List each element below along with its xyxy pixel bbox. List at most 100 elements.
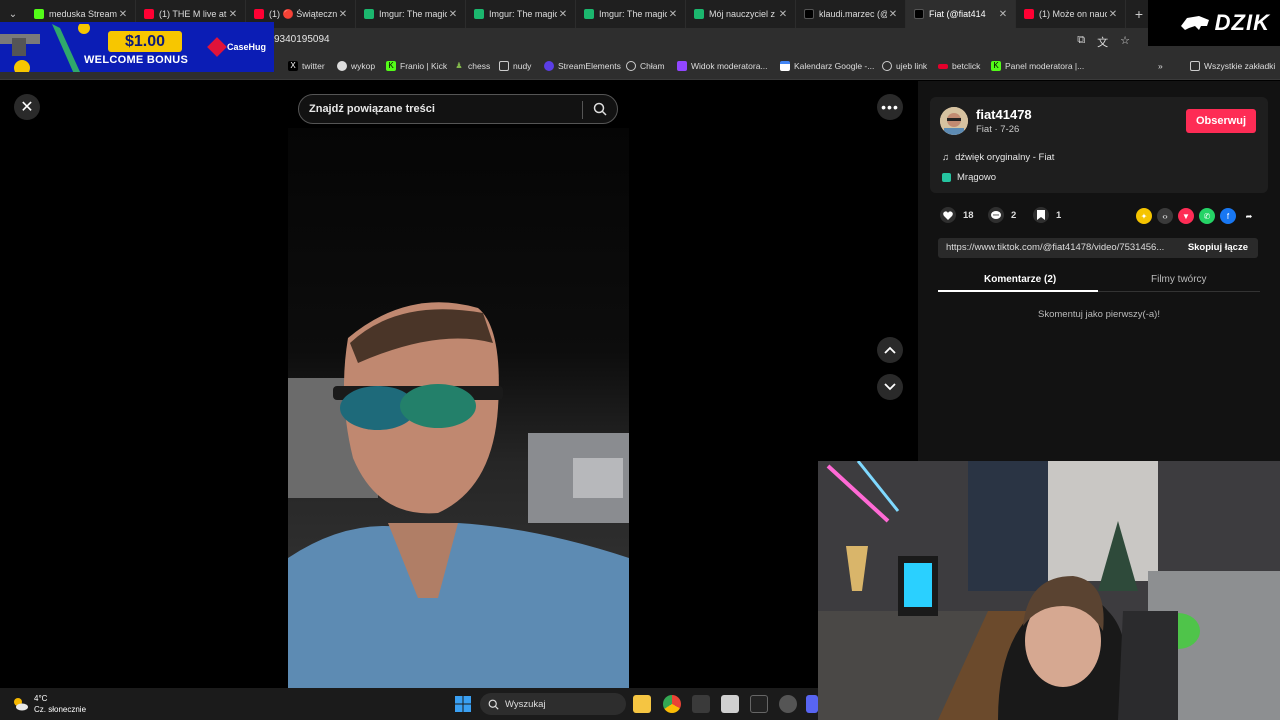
bookmark-ujeb-link[interactable]: ujeb link	[882, 61, 927, 71]
bookmark-star-icon[interactable]: ☆	[1120, 34, 1130, 50]
close-viewer-button[interactable]: ✕	[14, 94, 40, 120]
casehug-logo-icon	[207, 37, 227, 57]
close-tab-icon[interactable]: ✕	[777, 9, 789, 20]
close-tab-icon[interactable]: ✕	[1107, 9, 1119, 20]
empty-comments-message: Skomentuj jako pierwszy(-a)!	[1038, 309, 1160, 320]
chrome-icon[interactable]	[663, 695, 681, 713]
search-input[interactable]: Znajdź powiązane treści	[309, 103, 435, 115]
browser-tab[interactable]: Imgur: The magic ✕	[356, 0, 466, 28]
bookmark-betclick[interactable]: betclick	[938, 61, 980, 71]
bookmark-twitch-mod[interactable]: Widok moderatora...	[677, 61, 768, 71]
more-options-button[interactable]: •••	[877, 94, 903, 120]
search-icon	[488, 699, 499, 710]
kick-icon	[34, 9, 44, 19]
close-tab-icon[interactable]: ✕	[557, 9, 569, 20]
video-link-box: https://www.tiktok.com/@fiat41478/video/…	[938, 238, 1258, 258]
related-search[interactable]: Znajdź powiązane treści	[298, 94, 618, 124]
file-explorer-icon[interactable]	[633, 695, 651, 713]
tiktok-icon	[804, 9, 814, 19]
translate-icon[interactable]: 文	[1097, 34, 1108, 50]
browser-tab-active[interactable]: Fiat (@fiat414 ✕	[906, 0, 1016, 28]
save-button[interactable]: 1	[1033, 207, 1061, 223]
video-player[interactable]	[288, 128, 629, 688]
discord-icon[interactable]	[806, 695, 818, 713]
tab-creator-videos[interactable]: Filmy twórcy	[1151, 274, 1207, 285]
bookmark-calendar[interactable]: Kalendarz Google -...	[780, 61, 874, 71]
search-divider	[582, 101, 583, 119]
tab-comments[interactable]: Komentarze (2)	[984, 274, 1056, 285]
url-field[interactable]: 9340195094	[274, 34, 330, 45]
comment-count: 2	[1011, 209, 1017, 221]
bookmark-kick[interactable]: K Franio | Kick	[386, 61, 447, 71]
bookmark-streamelements[interactable]: StreamElements	[544, 61, 621, 71]
sound-link[interactable]: ♫ dźwięk oryginalny - Fiat	[942, 152, 1054, 163]
weather-widget[interactable]: 4°C Cz. słonecznie	[12, 693, 86, 715]
app-icon[interactable]	[692, 695, 710, 713]
epic-games-icon[interactable]	[750, 695, 768, 713]
twitch-icon	[677, 61, 687, 71]
whatsapp-icon[interactable]: ✆	[1199, 208, 1215, 224]
video-link-text[interactable]: https://www.tiktok.com/@fiat41478/video/…	[946, 242, 1172, 253]
app-icon[interactable]	[721, 695, 739, 713]
all-bookmarks[interactable]: Wszystkie zakładki	[1190, 61, 1275, 71]
imgur-icon	[474, 9, 484, 19]
streamelements-icon	[544, 61, 554, 71]
copy-link-button[interactable]: Skopiuj łącze	[1188, 242, 1248, 253]
ad-brand: CaseHug	[207, 37, 266, 57]
browser-tab[interactable]: klaudi.marzec (@k ✕	[796, 0, 906, 28]
ad-bonus-text: WELCOME BONUS	[84, 54, 189, 66]
creator-username[interactable]: fiat41478	[976, 107, 1032, 122]
video-frame	[288, 302, 629, 688]
browser-tab[interactable]: Imgur: The magic ✕	[466, 0, 576, 28]
previous-video-button[interactable]	[877, 337, 903, 363]
avatar[interactable]	[940, 107, 968, 135]
video-details-panel: fiat41478 Fiat · 7-26 Obserwuj ♫ dźwięk o…	[918, 81, 1280, 461]
close-tab-icon[interactable]: ✕	[447, 9, 459, 20]
taskbar-search[interactable]: Wyszukaj	[480, 693, 626, 715]
kick-icon: K	[991, 61, 1001, 71]
comment-button[interactable]: 2	[988, 207, 1016, 223]
browser-tab[interactable]: Mój nauczyciel z ✕	[686, 0, 796, 28]
gift-share-icon[interactable]: ✦	[1136, 208, 1152, 224]
close-tab-icon[interactable]: ✕	[997, 9, 1009, 20]
windows-start-icon[interactable]	[455, 696, 471, 712]
next-video-button[interactable]	[877, 374, 903, 400]
action-bar: 18 2 1 ✦ ‹› ▼ ✆ f ➦	[940, 207, 1262, 225]
comment-icon	[988, 207, 1004, 223]
ad-banner[interactable]: $1.00 WELCOME BONUS CaseHug	[0, 22, 274, 72]
more-dots-icon: •••	[881, 99, 899, 115]
close-tab-icon[interactable]: ✕	[667, 9, 679, 20]
bookmark-nudy[interactable]: nudy	[499, 61, 531, 71]
bookmark-kick-mod[interactable]: K Panel moderatora |...	[991, 61, 1084, 71]
webcam-overlay	[818, 461, 1280, 720]
search-icon[interactable]	[593, 102, 607, 116]
youtube-icon	[254, 9, 264, 19]
globe-icon	[626, 61, 636, 71]
embed-icon[interactable]: ‹›	[1157, 208, 1173, 224]
follow-button[interactable]: Obserwuj	[1186, 109, 1256, 133]
bookmark-chess[interactable]: ♟ chess	[454, 61, 490, 71]
bookmark-twitter[interactable]: Xtwitter	[288, 61, 325, 71]
close-tab-icon[interactable]: ✕	[337, 9, 349, 20]
facebook-icon[interactable]: f	[1220, 208, 1236, 224]
settings-icon[interactable]	[779, 695, 797, 713]
like-button[interactable]: 18	[940, 207, 974, 223]
close-tab-icon[interactable]: ✕	[887, 9, 899, 20]
bookmark-chlam[interactable]: Chłam	[626, 61, 665, 71]
send-icon[interactable]: ▼	[1178, 208, 1194, 224]
bookmark-wykop[interactable]: wykop	[337, 61, 375, 71]
share-arrow-icon[interactable]: ➦	[1241, 208, 1257, 224]
bookmarks-overflow-icon[interactable]: »	[1158, 61, 1163, 71]
kick-icon: K	[386, 61, 396, 71]
creator-subtitle: Fiat · 7-26	[976, 124, 1020, 135]
music-note-icon: ♫	[942, 152, 950, 163]
creator-card: fiat41478 Fiat · 7-26 Obserwuj ♫ dźwięk o…	[930, 97, 1268, 193]
close-tab-icon[interactable]: ✕	[227, 9, 239, 20]
save-count: 1	[1056, 209, 1062, 221]
cast-icon[interactable]: ⧉	[1077, 34, 1085, 50]
close-tab-icon[interactable]: ✕	[117, 9, 129, 20]
location-link[interactable]: Mrągowo	[942, 172, 996, 183]
browser-tab[interactable]: Imgur: The magic ✕	[576, 0, 686, 28]
browser-tab[interactable]: (1) Może on nauc ✕	[1016, 0, 1126, 28]
folder-icon	[1190, 61, 1200, 71]
